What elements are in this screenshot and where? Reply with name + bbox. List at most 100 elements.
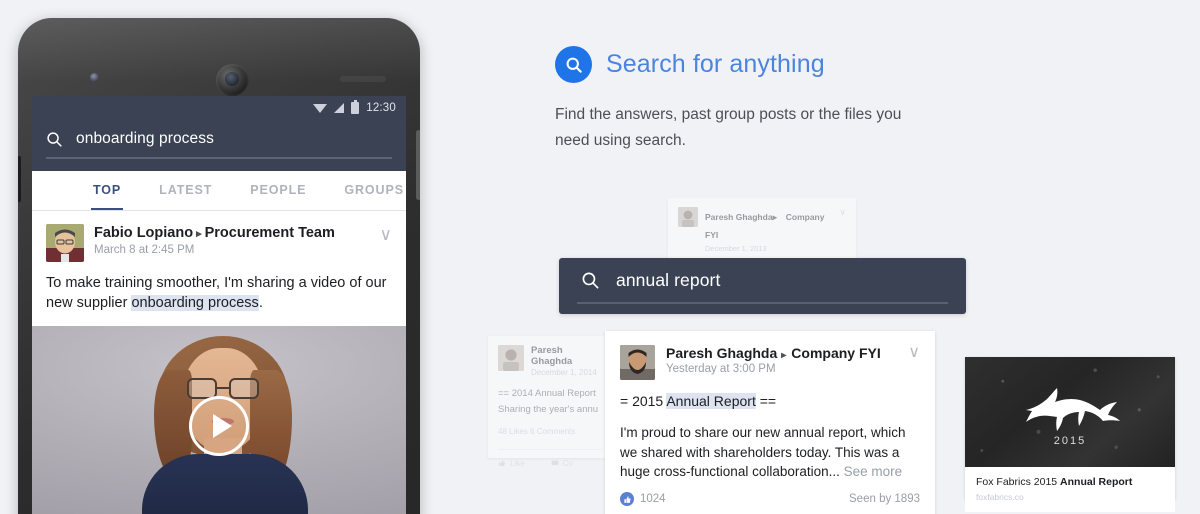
card-timestamp: December 1, 2013	[705, 244, 767, 253]
page-subtitle: Find the answers, past group posts or th…	[555, 106, 902, 149]
see-more-link[interactable]: See more	[844, 464, 903, 479]
phone-search-underline	[46, 157, 392, 159]
signal-icon	[334, 103, 345, 113]
card-header: Paresh Ghaghda December 1, 2014	[498, 345, 602, 377]
status-bar: 12:30	[32, 96, 406, 120]
search-badge-icon	[555, 46, 592, 83]
card-author[interactable]: Paresh Ghaghda	[666, 345, 777, 361]
result-card-2014[interactable]: Paresh Ghaghda December 1, 2014 == 2014 …	[488, 336, 612, 468]
phone-mockup: 12:30 onboarding process TOP LATEST PEOP…	[18, 18, 420, 514]
main-search-underline	[577, 302, 948, 304]
card-engagement-meta: 48 Likes 6 Comments	[498, 426, 576, 436]
post-body: To make training smoother, I'm sharing a…	[46, 273, 392, 326]
card-body: I'm proud to share our new annual report…	[620, 423, 920, 482]
card-timestamp: Yesterday at 3:00 PM	[666, 363, 776, 375]
phone-search-input[interactable]: onboarding process	[76, 130, 214, 148]
card-title: = 2015 Annual Report ==	[620, 393, 920, 409]
page-root: 12:30 onboarding process TOP LATEST PEOP…	[0, 0, 1200, 514]
comment-button[interactable]: Co	[551, 459, 573, 468]
avatar[interactable]	[620, 345, 655, 380]
post-group[interactable]: Procurement Team	[205, 225, 335, 241]
tab-latest[interactable]: LATEST	[140, 170, 231, 210]
seen-by-count: Seen by 1893	[849, 493, 920, 506]
arrow-icon: ▸	[781, 350, 787, 361]
post-body-after: .	[258, 295, 263, 312]
phone-tab-bar: TOP LATEST PEOPLE GROUPS PH	[32, 170, 406, 211]
phone-post: Fabio Lopiano ▸ Procurement Team March 8 a…	[32, 210, 406, 326]
avatar-image	[620, 345, 655, 380]
card-title-after: ==	[755, 393, 777, 409]
proximity-sensor-icon	[90, 73, 99, 82]
post-author-line: Fabio Lopiano ▸ Procurement Team	[94, 224, 335, 242]
result-card-2013[interactable]: Paresh Ghaghda▸ Company FYI December 1, …	[668, 198, 856, 272]
thumbs-up-icon	[499, 460, 505, 466]
link-preview-year: 2015	[1053, 435, 1087, 447]
chevron-down-icon[interactable]: ∨	[908, 345, 920, 361]
power-button[interactable]	[416, 130, 420, 200]
earpiece-speaker-icon	[340, 76, 386, 82]
avatar[interactable]	[46, 223, 84, 262]
link-title-bold: Annual Report	[1060, 476, 1133, 488]
card-author-line: Paresh Ghaghda ▸ Company FYI	[666, 345, 881, 361]
main-search-box[interactable]: annual report	[559, 258, 966, 314]
avatar	[498, 345, 524, 371]
post-author[interactable]: Fabio Lopiano	[94, 225, 193, 241]
post-body-highlight: onboarding process	[131, 295, 259, 312]
card-group[interactable]: Company FYI	[791, 345, 880, 361]
card-author: Paresh Ghaghda	[531, 345, 573, 367]
chevron-down-icon[interactable]: ∨	[380, 224, 392, 243]
like-label: Like	[510, 458, 525, 468]
avatar-image	[678, 207, 698, 227]
like-button[interactable]: Like	[498, 459, 525, 468]
post-video[interactable]	[32, 325, 406, 514]
link-preview-meta: Fox Fabrics 2015 Annual Report foxfabric…	[965, 467, 1175, 512]
card-stats: 1024 Seen by 1893	[620, 492, 920, 507]
avatar	[678, 207, 698, 227]
card-snippet: Sharing the year's annu	[498, 404, 599, 416]
card-header: Paresh Ghaghda▸ Company FYI December 1, …	[678, 207, 846, 253]
comment-icon	[551, 460, 559, 465]
fox-logo	[1026, 388, 1120, 431]
main-search-input[interactable]: annual report	[616, 270, 720, 291]
like-count: 1024	[640, 493, 666, 506]
card-timestamp: December 1, 2014	[531, 368, 597, 377]
arrow-icon: ▸	[772, 212, 777, 222]
link-preview-card[interactable]: 2015 Fox Fabrics 2015 Annual Report foxf…	[965, 357, 1175, 512]
volume-button[interactable]	[18, 156, 21, 202]
wifi-icon	[313, 103, 328, 113]
search-icon	[47, 131, 62, 147]
tab-top[interactable]: TOP	[74, 170, 140, 210]
search-icon	[566, 57, 582, 73]
video-subject-torso	[142, 453, 308, 514]
battery-icon	[351, 99, 360, 114]
post-timestamp: March 8 at 2:45 PM	[94, 243, 195, 256]
comment-label: Co	[562, 458, 573, 468]
link-preview-url: foxfabrics.co	[976, 492, 1024, 502]
section-header: Search for anything	[555, 46, 825, 83]
phone-post-header: Fabio Lopiano ▸ Procurement Team March 8 a…	[46, 223, 392, 262]
tab-people[interactable]: PEOPLE	[231, 170, 325, 210]
phone-search-bar[interactable]: onboarding process	[32, 120, 406, 171]
link-title-plain: Fox Fabrics 2015	[976, 476, 1061, 488]
card-title-before: = 2015	[620, 393, 667, 409]
tab-groups[interactable]: GROUPS	[325, 170, 406, 210]
play-button[interactable]	[189, 395, 249, 456]
card-title: == 2014 Annual Report	[498, 388, 596, 399]
card-author: Paresh Ghaghda	[705, 212, 773, 222]
arrow-icon: ▸	[196, 227, 202, 240]
avatar-image	[46, 223, 84, 262]
front-camera-icon	[216, 64, 249, 97]
link-preview-image: 2015	[965, 357, 1175, 467]
link-preview-title: Fox Fabrics 2015 Annual Report	[976, 476, 1164, 488]
chevron-down-icon: ∨	[839, 207, 846, 217]
thumbs-up-glyph	[623, 496, 631, 503]
search-icon	[582, 272, 599, 288]
card-title-highlight: Annual Report	[666, 393, 756, 409]
thumbs-up-icon	[620, 492, 634, 507]
avatar-image	[498, 345, 524, 371]
page-title: Search for anything	[606, 50, 825, 78]
status-bar-time: 12:30	[366, 102, 396, 114]
phone-screen: 12:30 onboarding process TOP LATEST PEOP…	[32, 96, 406, 514]
result-card-2015[interactable]: Paresh Ghaghda ▸ Company FYI Yesterday at …	[605, 331, 935, 514]
card-header: Paresh Ghaghda ▸ Company FYI Yesterday at …	[620, 345, 920, 380]
